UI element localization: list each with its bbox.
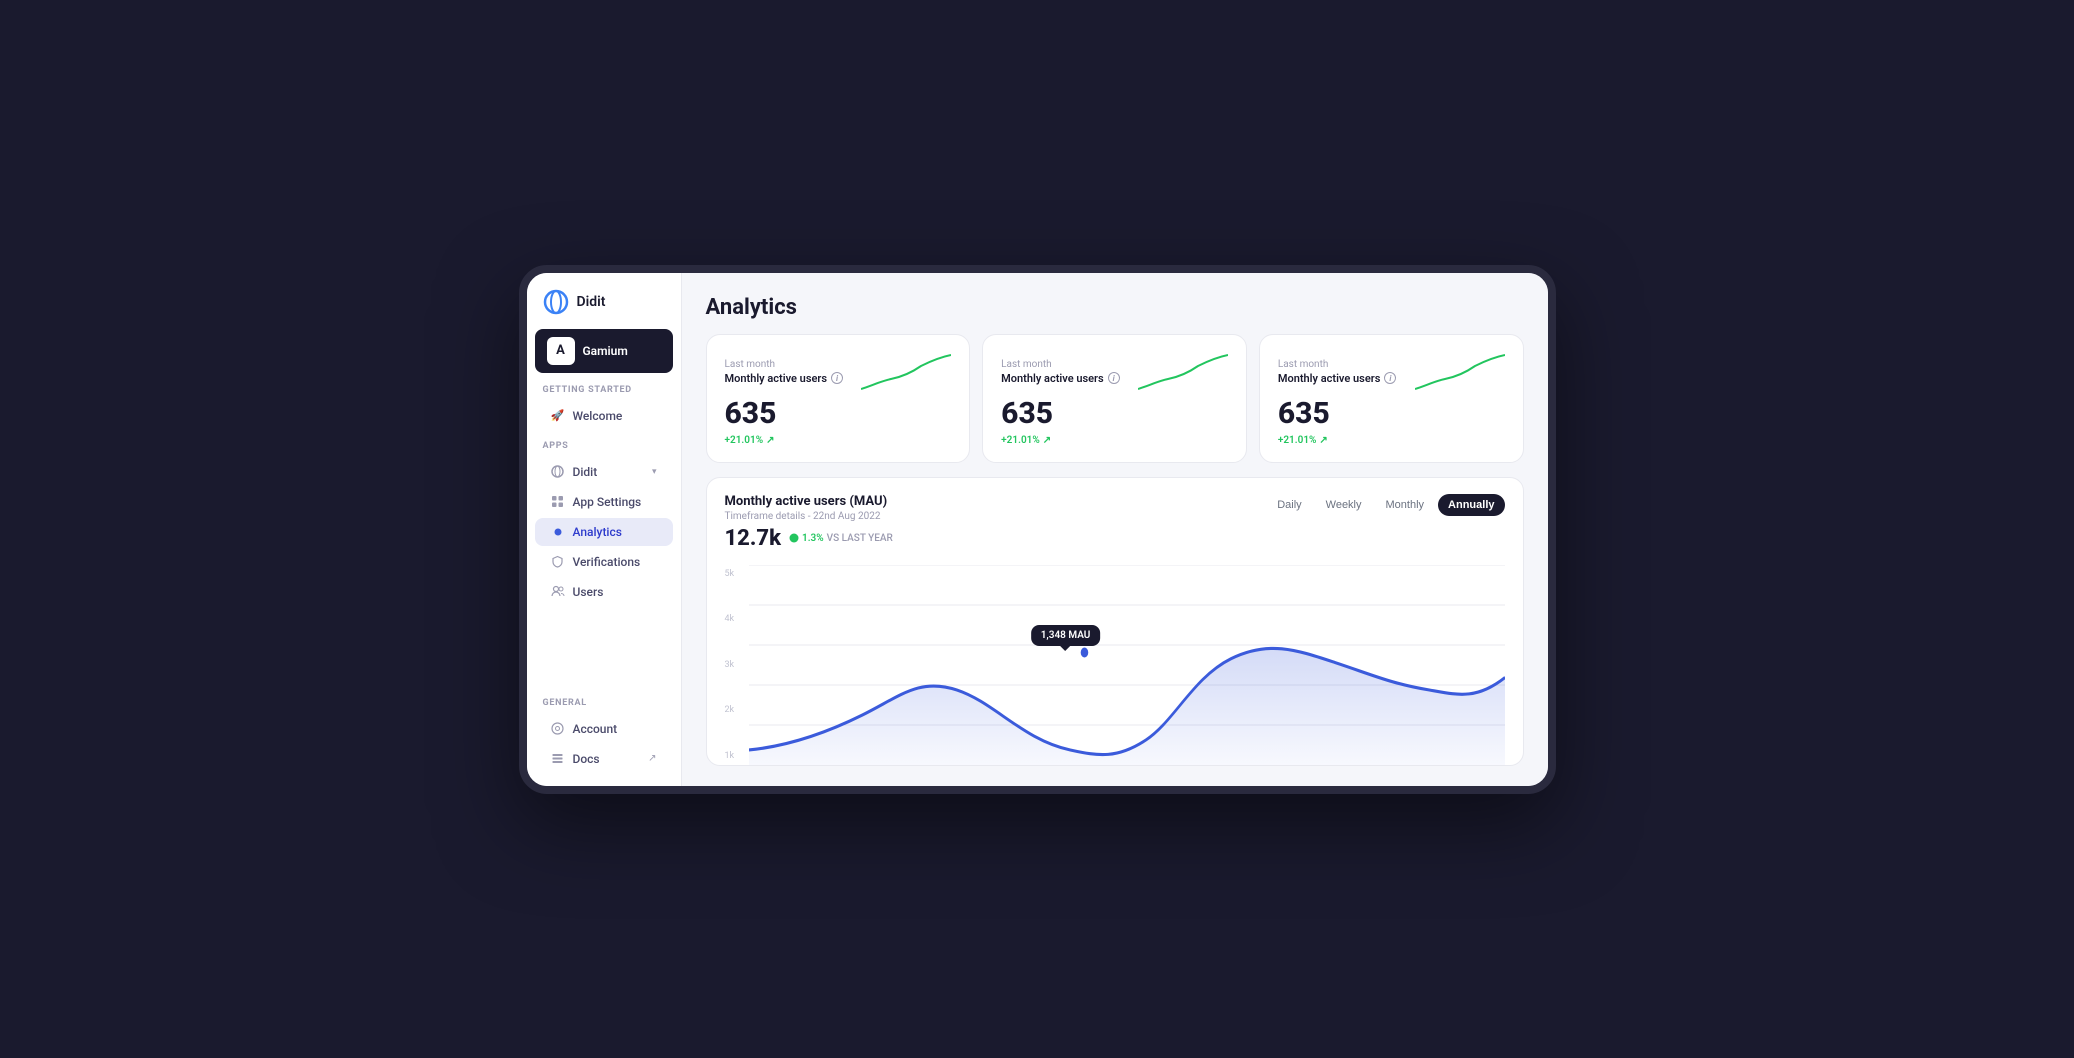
logo-area: Didit (527, 289, 681, 329)
page-title: Analytics (706, 295, 1524, 320)
chevron-down-icon: ▾ (652, 467, 657, 477)
sidebar-item-verifications[interactable]: Verifications (535, 548, 673, 576)
analytics-dot-icon (551, 525, 565, 539)
trend-up-icon: ↗ (766, 435, 774, 446)
org-block[interactable]: A Gamium (535, 329, 673, 373)
stat-metric-label: Monthly active users i (1001, 372, 1120, 385)
chart-big-value: 12.7k 1.3% VS LAST YEAR (725, 526, 893, 551)
sidebar-item-label: Account (573, 722, 618, 736)
tf-annually-button[interactable]: Annually (1438, 494, 1504, 516)
sidebar-item-didit-app[interactable]: Didit ▾ (535, 458, 673, 486)
sidebar-item-analytics[interactable]: Analytics (535, 518, 673, 546)
shield-icon (551, 555, 565, 569)
circle-icon (551, 465, 565, 479)
stat-period: Last month (1278, 359, 1397, 370)
info-icon: i (1108, 372, 1120, 384)
chart-change-badge: 1.3% VS LAST YEAR (789, 533, 893, 544)
trend-up-icon: ↗ (1319, 435, 1327, 446)
org-name: Gamium (583, 344, 628, 358)
chart-subtitle: Timeframe details - 22nd Aug 2022 (725, 511, 893, 522)
y-label-3k: 3k (725, 660, 735, 670)
timeframe-buttons: Daily Weekly Monthly Annually (1267, 494, 1504, 516)
users-icon (551, 585, 565, 599)
section-label-general: GENERAL (527, 698, 681, 714)
org-avatar: A (547, 337, 575, 365)
sidebar-item-label: Verifications (573, 555, 641, 569)
sidebar-item-users[interactable]: Users (535, 578, 673, 606)
stat-change: +21.01% ↗ (725, 435, 952, 446)
stat-change: +21.01% ↗ (1278, 435, 1505, 446)
sidebar-item-app-settings[interactable]: App Settings (535, 488, 673, 516)
stat-cards-row: Last month Monthly active users i (706, 334, 1524, 463)
tf-weekly-button[interactable]: Weekly (1316, 494, 1372, 516)
chart-y-labels: 5k 4k 3k 2k 1k (725, 565, 735, 765)
docs-icon (551, 752, 565, 766)
section-label-apps: APPS (527, 441, 681, 457)
stat-value: 635 (1278, 399, 1505, 429)
chart-header: Monthly active users (MAU) Timeframe det… (725, 494, 1505, 551)
stat-period: Last month (725, 359, 844, 370)
stat-metric-label: Monthly active users i (1278, 372, 1397, 385)
stat-period: Last month (1001, 359, 1120, 370)
sidebar-item-docs[interactable]: Docs ↗ (535, 745, 673, 773)
sidebar-item-label: Users (573, 585, 604, 599)
stat-card-0: Last month Monthly active users i (706, 334, 971, 463)
mini-chart (861, 351, 951, 393)
chart-title-area: Monthly active users (MAU) Timeframe det… (725, 494, 893, 551)
stat-metric-label: Monthly active users i (725, 372, 844, 385)
sidebar-item-label: Didit (573, 465, 598, 479)
stat-card-1: Last month Monthly active users i 635 +2… (982, 334, 1247, 463)
green-circle-icon (789, 533, 799, 543)
logo-text: Didit (577, 294, 606, 310)
chart-area: 5k 4k 3k 2k 1k (707, 565, 1523, 765)
y-label-1k: 1k (725, 751, 735, 761)
info-icon: i (831, 372, 843, 384)
section-label-getting-started: GETTING STARTED (527, 385, 681, 401)
sidebar-item-label: Docs (573, 752, 600, 766)
stat-value: 635 (725, 399, 952, 429)
stat-label-row: Last month Monthly active users i (725, 351, 952, 393)
logo-icon (543, 289, 569, 315)
stat-label-row: Last month Monthly active users i (1278, 351, 1505, 393)
tf-daily-button[interactable]: Daily (1267, 494, 1311, 516)
mini-chart (1138, 351, 1228, 393)
mini-chart (1415, 351, 1505, 393)
mau-chart-section: Monthly active users (MAU) Timeframe det… (706, 477, 1524, 766)
sidebar-item-label: Welcome (573, 409, 623, 423)
grid-icon (551, 495, 565, 509)
stat-value: 635 (1001, 399, 1228, 429)
sidebar-item-welcome[interactable]: 🚀 Welcome (535, 402, 673, 430)
external-link-icon: ↗ (648, 753, 656, 764)
sidebar: Didit A Gamium GETTING STARTED 🚀 Welcome… (527, 273, 682, 786)
trend-up-icon: ↗ (1043, 435, 1051, 446)
tf-monthly-button[interactable]: Monthly (1376, 494, 1435, 516)
main-content: Analytics Last month Monthly active user… (682, 273, 1548, 786)
account-icon (551, 722, 565, 736)
mau-line-chart (749, 565, 1505, 765)
chart-svg-wrap (749, 565, 1505, 765)
chart-title: Monthly active users (MAU) (725, 494, 893, 509)
stat-card-2: Last month Monthly active users i 635 +2… (1259, 334, 1524, 463)
device-frame: Didit A Gamium GETTING STARTED 🚀 Welcome… (519, 265, 1556, 794)
y-label-5k: 5k (725, 569, 735, 579)
stat-label-row: Last month Monthly active users i (1001, 351, 1228, 393)
y-label-2k: 2k (725, 705, 735, 715)
sidebar-item-label: Analytics (573, 525, 622, 539)
rocket-icon: 🚀 (551, 409, 565, 423)
sidebar-item-label: App Settings (573, 495, 642, 509)
info-icon: i (1384, 372, 1396, 384)
stat-change: +21.01% ↗ (1001, 435, 1228, 446)
sidebar-item-account[interactable]: Account (535, 715, 673, 743)
y-label-4k: 4k (725, 614, 735, 624)
